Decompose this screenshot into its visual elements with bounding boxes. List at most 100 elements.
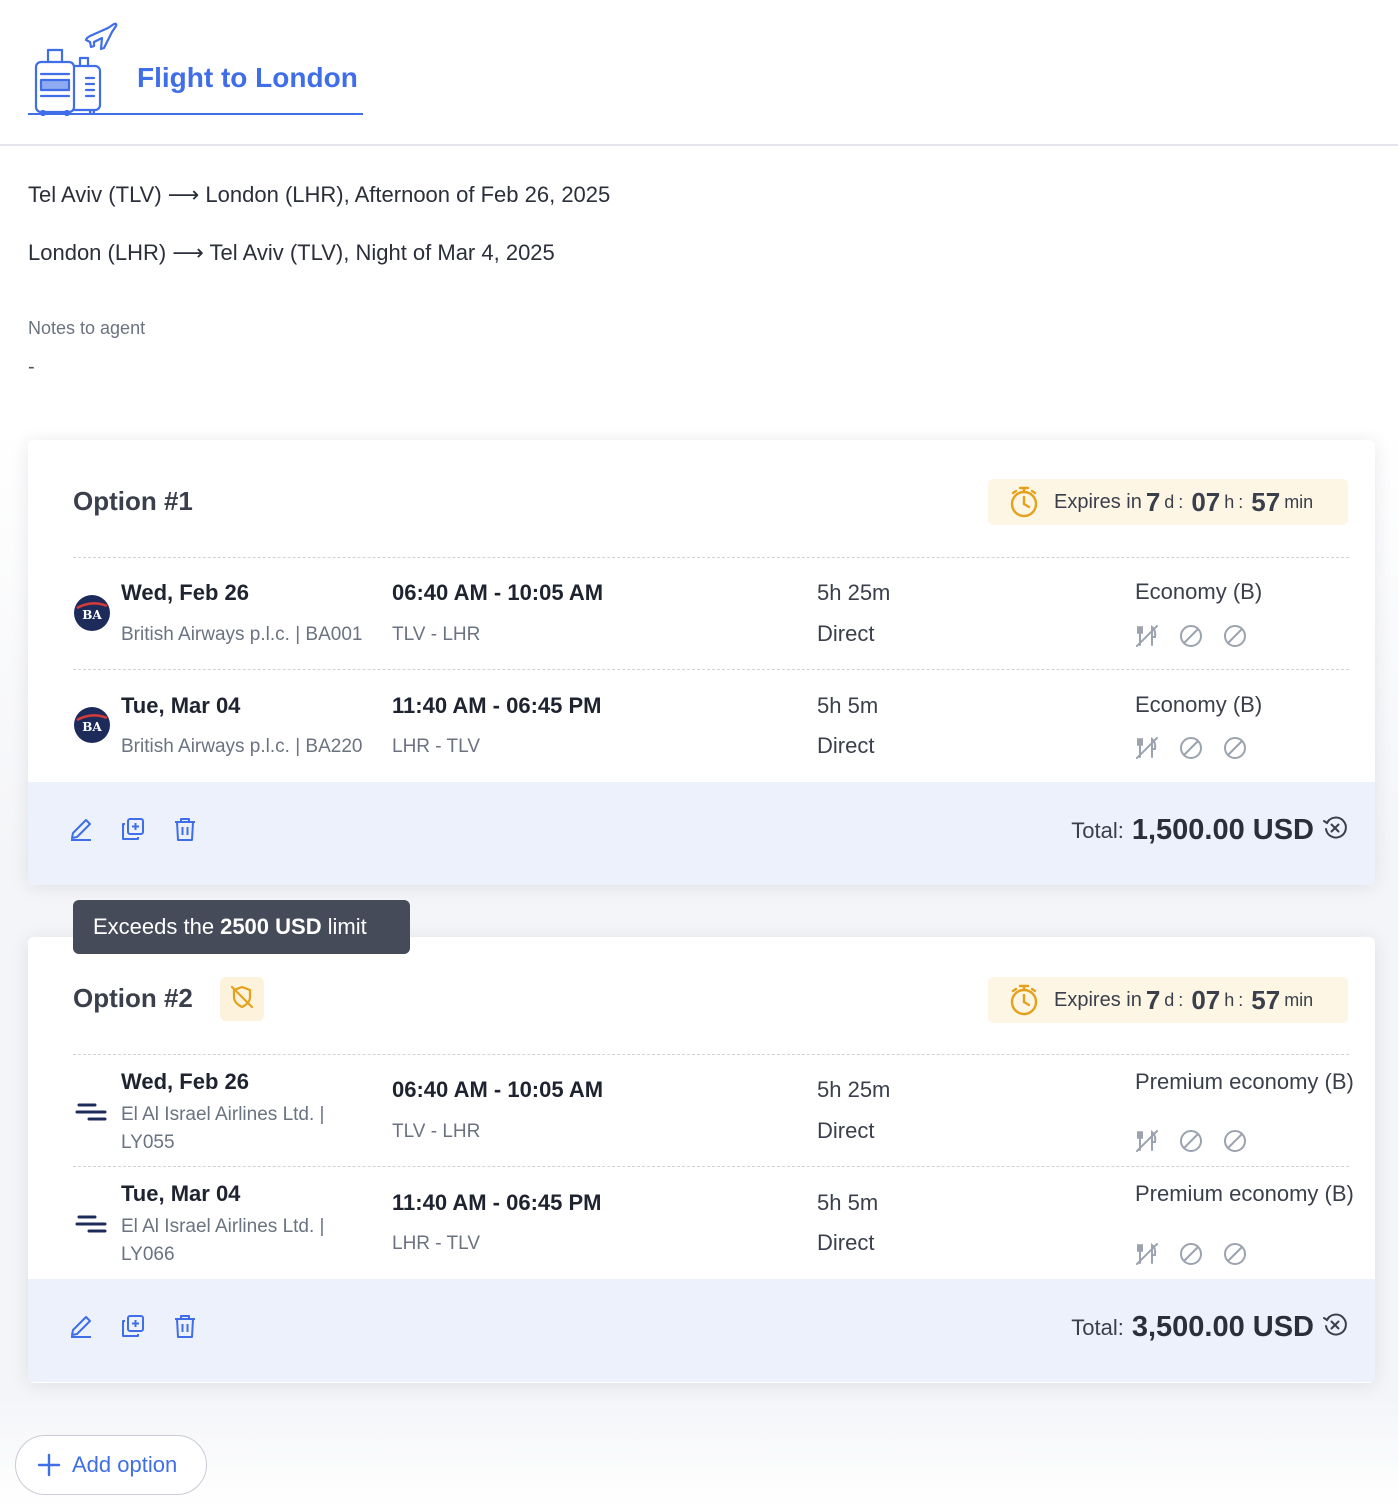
- option-actions: [68, 816, 198, 842]
- expiry-badge: Expires in 7 d : 07 h : 57 min: [988, 479, 1348, 525]
- british-airways-logo: BA: [73, 706, 111, 744]
- leg-route: LHR - TLV: [392, 1233, 480, 1254]
- option-total: Total: 3,500.00 USD: [1071, 1311, 1348, 1344]
- option-card: Option #1 Expires in 7 d : 07 h : 57 min…: [28, 440, 1375, 885]
- stopwatch-icon: [1008, 485, 1040, 519]
- leg-flight-number: LY055: [121, 1132, 175, 1153]
- flight-leg[interactable]: Wed, Feb 26 El Al Israel Airlines Ltd. |…: [28, 1055, 1375, 1166]
- expiry-sep: :: [1178, 989, 1184, 1010]
- leg-cabin: Economy (B): [1135, 692, 1263, 717]
- expiry-hours-unit: h: [1224, 989, 1235, 1010]
- option-total: Total: 1,500.00 USD: [1071, 814, 1348, 847]
- leg-stops: Direct: [817, 733, 875, 758]
- leg-carrier: British Airways p.l.c. | BA001: [121, 624, 363, 645]
- no-seat-icon: [1223, 736, 1247, 760]
- policy-warning-badge[interactable]: [220, 977, 264, 1021]
- expiry-hours-unit: h: [1224, 491, 1235, 512]
- leg-date: Tue, Mar 04: [121, 693, 241, 718]
- amenities: [1135, 1129, 1247, 1153]
- leg-times: 11:40 AM - 06:45 PM: [392, 693, 602, 718]
- option-title: Option #2: [73, 983, 193, 1013]
- duplicate-icon[interactable]: [120, 816, 146, 842]
- policy-tooltip: Exceeds the 2500 USD limit: [73, 900, 410, 954]
- expiry-minutes: 57: [1251, 486, 1281, 517]
- route-return: London (LHR) ⟶ Tel Aviv (TLV), Night of …: [28, 240, 555, 265]
- notes-label: Notes to agent: [28, 318, 146, 338]
- flight-leg[interactable]: Tue, Mar 04 El Al Israel Airlines Ltd. |…: [28, 1167, 1375, 1279]
- expiry-sep: :: [1178, 491, 1184, 512]
- leg-cabin: Premium economy (B): [1135, 1181, 1354, 1206]
- add-option-label: Add option: [72, 1452, 178, 1477]
- total-label: Total:: [1071, 1314, 1124, 1340]
- expiry-minutes-unit: min: [1284, 989, 1314, 1010]
- expiry-days: 7: [1145, 984, 1161, 1015]
- page-title[interactable]: Flight to London: [137, 62, 358, 94]
- expiry-prefix: Expires in: [1054, 490, 1142, 513]
- airline-logo-text: BA: [82, 720, 102, 734]
- no-seat-icon: [1223, 1129, 1247, 1153]
- leg-carrier: British Airways p.l.c. | BA220: [121, 736, 363, 757]
- amenities: [1135, 624, 1247, 648]
- leg-carrier: El Al Israel Airlines Ltd. |: [121, 1216, 325, 1237]
- expiry-minutes: 57: [1251, 984, 1281, 1015]
- option-footer: Total: 1,500.00 USD: [28, 782, 1375, 885]
- no-baggage-icon: [1179, 1129, 1203, 1153]
- leg-duration: 5h 25m: [817, 580, 891, 605]
- no-meal-icon: [1135, 1129, 1159, 1153]
- amenities: [1135, 1242, 1247, 1266]
- no-seat-icon: [1223, 624, 1247, 648]
- leg-duration: 5h 25m: [817, 1077, 891, 1102]
- flight-leg[interactable]: BA Wed, Feb 26 British Airways p.l.c. | …: [28, 558, 1375, 669]
- expiry-sep: :: [1238, 491, 1244, 512]
- leg-date: Wed, Feb 26: [121, 580, 249, 605]
- trash-icon[interactable]: [172, 816, 198, 842]
- leg-stops: Direct: [817, 1118, 875, 1143]
- leg-times: 11:40 AM - 06:45 PM: [392, 1190, 602, 1215]
- edit-icon[interactable]: [68, 1313, 94, 1339]
- leg-stops: Direct: [817, 1230, 875, 1255]
- leg-times: 06:40 AM - 10:05 AM: [392, 1077, 604, 1102]
- page-header: Flight to London: [0, 0, 1398, 146]
- no-meal-icon: [1135, 624, 1159, 648]
- expiry-hours: 07: [1191, 486, 1221, 517]
- no-seat-icon: [1223, 1242, 1247, 1266]
- flight-leg[interactable]: BA Tue, Mar 04 British Airways p.l.c. | …: [28, 670, 1375, 782]
- expiry-badge: Expires in 7 d : 07 h : 57 min: [988, 977, 1348, 1023]
- leg-carrier: El Al Israel Airlines Ltd. |: [121, 1104, 325, 1125]
- expiry-days-unit: d: [1164, 491, 1175, 512]
- no-meal-icon: [1135, 736, 1159, 760]
- option-card: Option #2 Expires in 7 d : 07 h : 57 min…: [28, 937, 1375, 1383]
- close-circle-icon[interactable]: [1322, 815, 1348, 846]
- leg-duration: 5h 5m: [817, 1190, 879, 1215]
- luggage-plane-icon: [28, 18, 120, 117]
- leg-flight-number: LY066: [121, 1244, 175, 1265]
- duplicate-icon[interactable]: [120, 1313, 146, 1339]
- el-al-logo: [73, 1203, 111, 1241]
- amenities: [1135, 736, 1247, 760]
- expiry-sep: :: [1238, 989, 1244, 1010]
- total-label: Total:: [1071, 817, 1124, 843]
- no-baggage-icon: [1179, 1242, 1203, 1266]
- no-meal-icon: [1135, 1242, 1159, 1266]
- leg-route: TLV - LHR: [392, 624, 481, 645]
- no-baggage-icon: [1179, 736, 1203, 760]
- trash-icon[interactable]: [172, 1313, 198, 1339]
- total-amount: 1,500.00 USD: [1131, 814, 1314, 846]
- leg-cabin: Premium economy (B): [1135, 1069, 1354, 1094]
- title-underline: [28, 113, 363, 115]
- tooltip-limit: 2500 USD: [220, 914, 322, 939]
- tooltip-text-post: limit: [327, 914, 367, 939]
- leg-duration: 5h 5m: [817, 693, 879, 718]
- add-option-button[interactable]: Add option: [15, 1435, 207, 1495]
- el-al-logo: [73, 1091, 111, 1129]
- leg-times: 06:40 AM - 10:05 AM: [392, 580, 604, 605]
- close-circle-icon[interactable]: [1322, 1312, 1348, 1343]
- total-amount: 3,500.00 USD: [1131, 1311, 1314, 1343]
- leg-route: LHR - TLV: [392, 736, 480, 757]
- edit-icon[interactable]: [68, 816, 94, 842]
- plus-icon: [36, 1452, 62, 1478]
- no-baggage-icon: [1179, 624, 1203, 648]
- british-airways-logo: BA: [73, 594, 111, 632]
- expiry-hours: 07: [1191, 984, 1221, 1015]
- leg-stops: Direct: [817, 621, 875, 646]
